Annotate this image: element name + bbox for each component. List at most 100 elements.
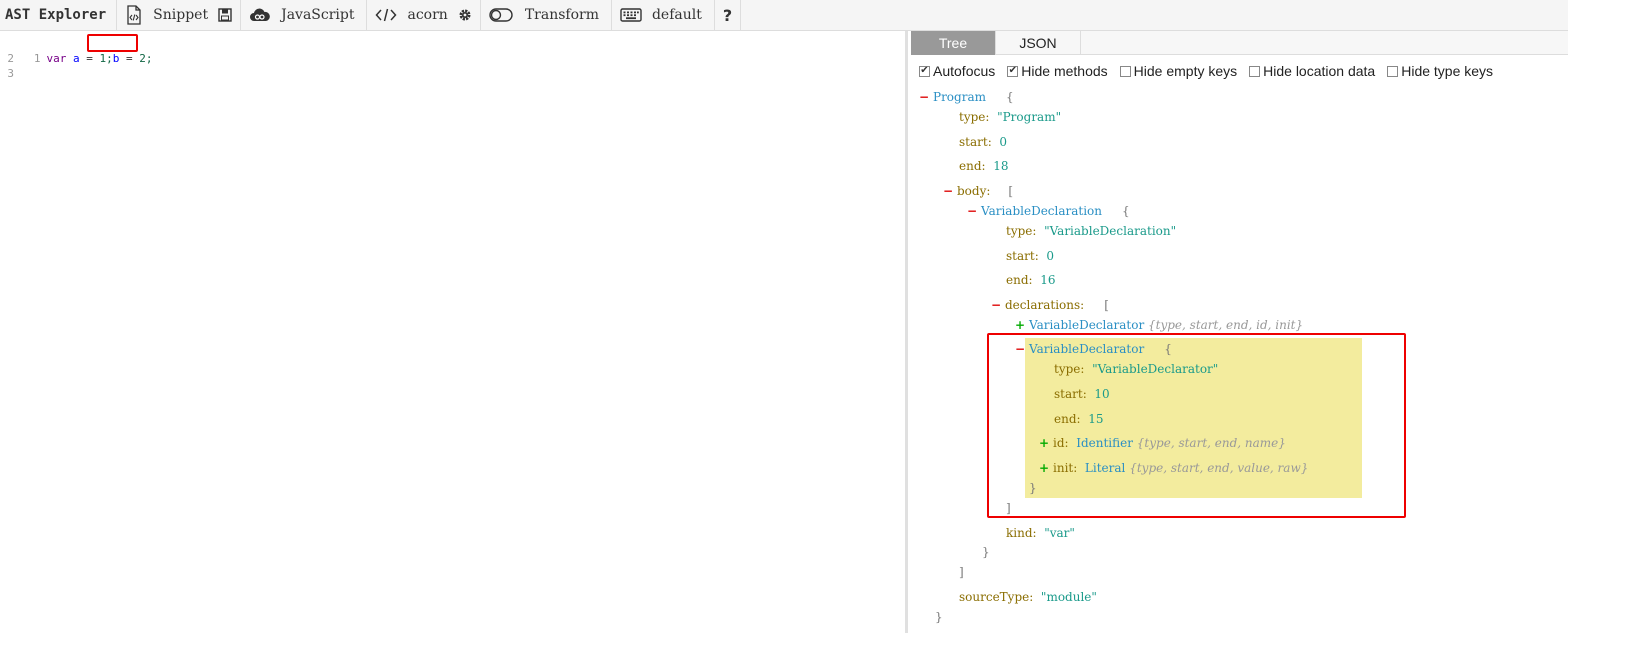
prop-value: 16 xyxy=(1040,273,1056,287)
app-title: AST Explorer xyxy=(0,0,118,30)
line-number: 1 xyxy=(33,52,41,65)
collapse-toggle[interactable]: − xyxy=(919,89,933,105)
prop-value: "VariableDeclarator" xyxy=(1092,362,1219,376)
tree-node-variable-declaration[interactable]: − VariableDeclaration { xyxy=(967,203,1130,219)
code-token: 1; xyxy=(99,52,113,65)
tree-prop: start: 0 xyxy=(1006,248,1054,264)
gear-icon[interactable] xyxy=(458,8,472,22)
prop-key: start: xyxy=(959,135,992,149)
prop-key: start: xyxy=(1054,387,1087,401)
code-icon xyxy=(375,7,397,23)
tree-prop-init[interactable]: + init: Literal {type, start, end, value,… xyxy=(1039,460,1308,476)
brace: { xyxy=(1122,204,1130,218)
tree-prop-declarations[interactable]: − declarations: [ xyxy=(991,297,1109,313)
language-button[interactable]: JavaScript xyxy=(241,0,368,30)
prop-value: 0 xyxy=(999,135,1008,149)
save-icon[interactable] xyxy=(218,8,232,22)
collapse-toggle[interactable]: − xyxy=(967,203,981,219)
node-type: VariableDeclarator xyxy=(1029,318,1145,332)
node-type: Program xyxy=(933,90,986,104)
bracket: [ xyxy=(1104,298,1109,312)
bracket: [ xyxy=(1008,184,1014,198)
tree-prop: end: 16 xyxy=(1006,272,1055,288)
tree-prop-id[interactable]: + id: Identifier {type, start, end, name} xyxy=(1039,435,1286,451)
line-number: 2 xyxy=(7,52,14,65)
parser-label: acorn xyxy=(407,7,448,23)
tree-prop-body[interactable]: − body: [ xyxy=(943,183,1013,199)
code-token: b xyxy=(112,52,120,65)
keymap-button[interactable]: default xyxy=(612,0,715,30)
code-token: var xyxy=(46,52,67,65)
question-icon: ? xyxy=(722,5,733,25)
prop-key: declarations: xyxy=(1005,298,1085,312)
line-number: 3 xyxy=(7,67,14,80)
prop-key: end: xyxy=(1006,273,1033,287)
code-line[interactable]: 2 xyxy=(0,51,20,66)
tree-prop: sourceType: "module" xyxy=(959,589,1097,605)
collapse-toggle[interactable]: − xyxy=(943,183,957,199)
snippet-button[interactable]: Snippet xyxy=(117,0,242,30)
prop-key: type: xyxy=(1054,362,1085,376)
collapse-toggle[interactable]: − xyxy=(991,297,1005,313)
tree-prop: start: 0 xyxy=(959,134,1007,150)
file-code-icon xyxy=(125,5,143,25)
node-summary: {type, start, end, id, init} xyxy=(1148,318,1304,332)
tree-node-program[interactable]: − Program { xyxy=(919,89,1014,105)
collapse-toggle[interactable]: − xyxy=(1015,341,1029,357)
brace: { xyxy=(1164,342,1172,356)
tree-prop: type: "VariableDeclaration" xyxy=(1006,223,1176,239)
code-token: = xyxy=(86,52,93,65)
code-line[interactable]: 3 xyxy=(0,66,20,81)
language-label: JavaScript xyxy=(281,7,355,23)
expand-toggle[interactable]: + xyxy=(1039,460,1053,476)
toolbar: AST Explorer Snippet JavaScript acorn Tr… xyxy=(0,0,1568,31)
tree-prop: start: 10 xyxy=(1054,386,1110,402)
prop-value: 18 xyxy=(993,159,1009,173)
tree-node-variable-declarator-collapsed[interactable]: + VariableDeclarator {type, start, end, i… xyxy=(1015,317,1303,333)
transform-button[interactable]: Transform xyxy=(481,0,612,30)
brace: { xyxy=(1006,90,1014,104)
bracket-close: ] xyxy=(959,565,964,579)
prop-key: kind: xyxy=(1006,526,1037,540)
tree-prop: type: "Program" xyxy=(959,109,1061,125)
prop-key: type: xyxy=(959,110,990,124)
prop-key: end: xyxy=(959,159,986,173)
brace-close: } xyxy=(1029,481,1037,495)
tree-prop: end: 15 xyxy=(1054,411,1103,427)
tree-node-variable-declarator[interactable]: − VariableDeclarator { xyxy=(1015,341,1172,357)
keymap-label: default xyxy=(651,7,702,23)
prop-value: "var" xyxy=(1044,526,1075,540)
brace-close: } xyxy=(982,545,990,559)
prop-key: type: xyxy=(1006,224,1037,238)
node-type: VariableDeclarator xyxy=(1029,342,1145,356)
node-type: Literal xyxy=(1084,461,1126,475)
code-token: a xyxy=(73,52,80,65)
node-type: Identifier xyxy=(1076,436,1133,450)
code-editor[interactable]: 1 var a = 1;b = 2; 2 3 xyxy=(0,31,908,633)
prop-key: init: xyxy=(1053,461,1078,475)
expand-toggle[interactable]: + xyxy=(1039,435,1053,451)
node-summary: {type, start, end, name} xyxy=(1136,436,1286,450)
prop-value: 0 xyxy=(1046,249,1055,263)
expand-toggle[interactable]: + xyxy=(1015,317,1029,333)
tree-prop: kind: "var" xyxy=(1006,525,1075,541)
transform-label: Transform xyxy=(524,7,599,23)
prop-key: end: xyxy=(1054,412,1081,426)
node-summary: {type, start, end, value, raw} xyxy=(1129,461,1309,475)
code-line[interactable]: 1 var a = 1;b = 2; xyxy=(0,36,153,65)
output-panel: Tree JSON ✔ Autofocus ✔ Hide methods Hide … xyxy=(911,31,1568,633)
toggle-icon xyxy=(489,7,515,23)
prop-key: start: xyxy=(1006,249,1039,263)
snippet-label: Snippet xyxy=(153,7,209,23)
brace-close: } xyxy=(935,610,943,624)
help-button[interactable]: ? xyxy=(715,0,742,30)
node-type: VariableDeclaration xyxy=(981,204,1103,218)
tree-prop: type: "VariableDeclarator" xyxy=(1054,361,1218,377)
tree-prop: end: 18 xyxy=(959,158,1008,174)
prop-value: 10 xyxy=(1094,387,1110,401)
prop-value: "module" xyxy=(1040,590,1097,604)
prop-key: sourceType: xyxy=(959,590,1034,604)
code-token: 2; xyxy=(139,52,153,65)
parser-button[interactable]: acorn xyxy=(367,0,481,30)
bracket-close: ] xyxy=(1006,501,1011,515)
